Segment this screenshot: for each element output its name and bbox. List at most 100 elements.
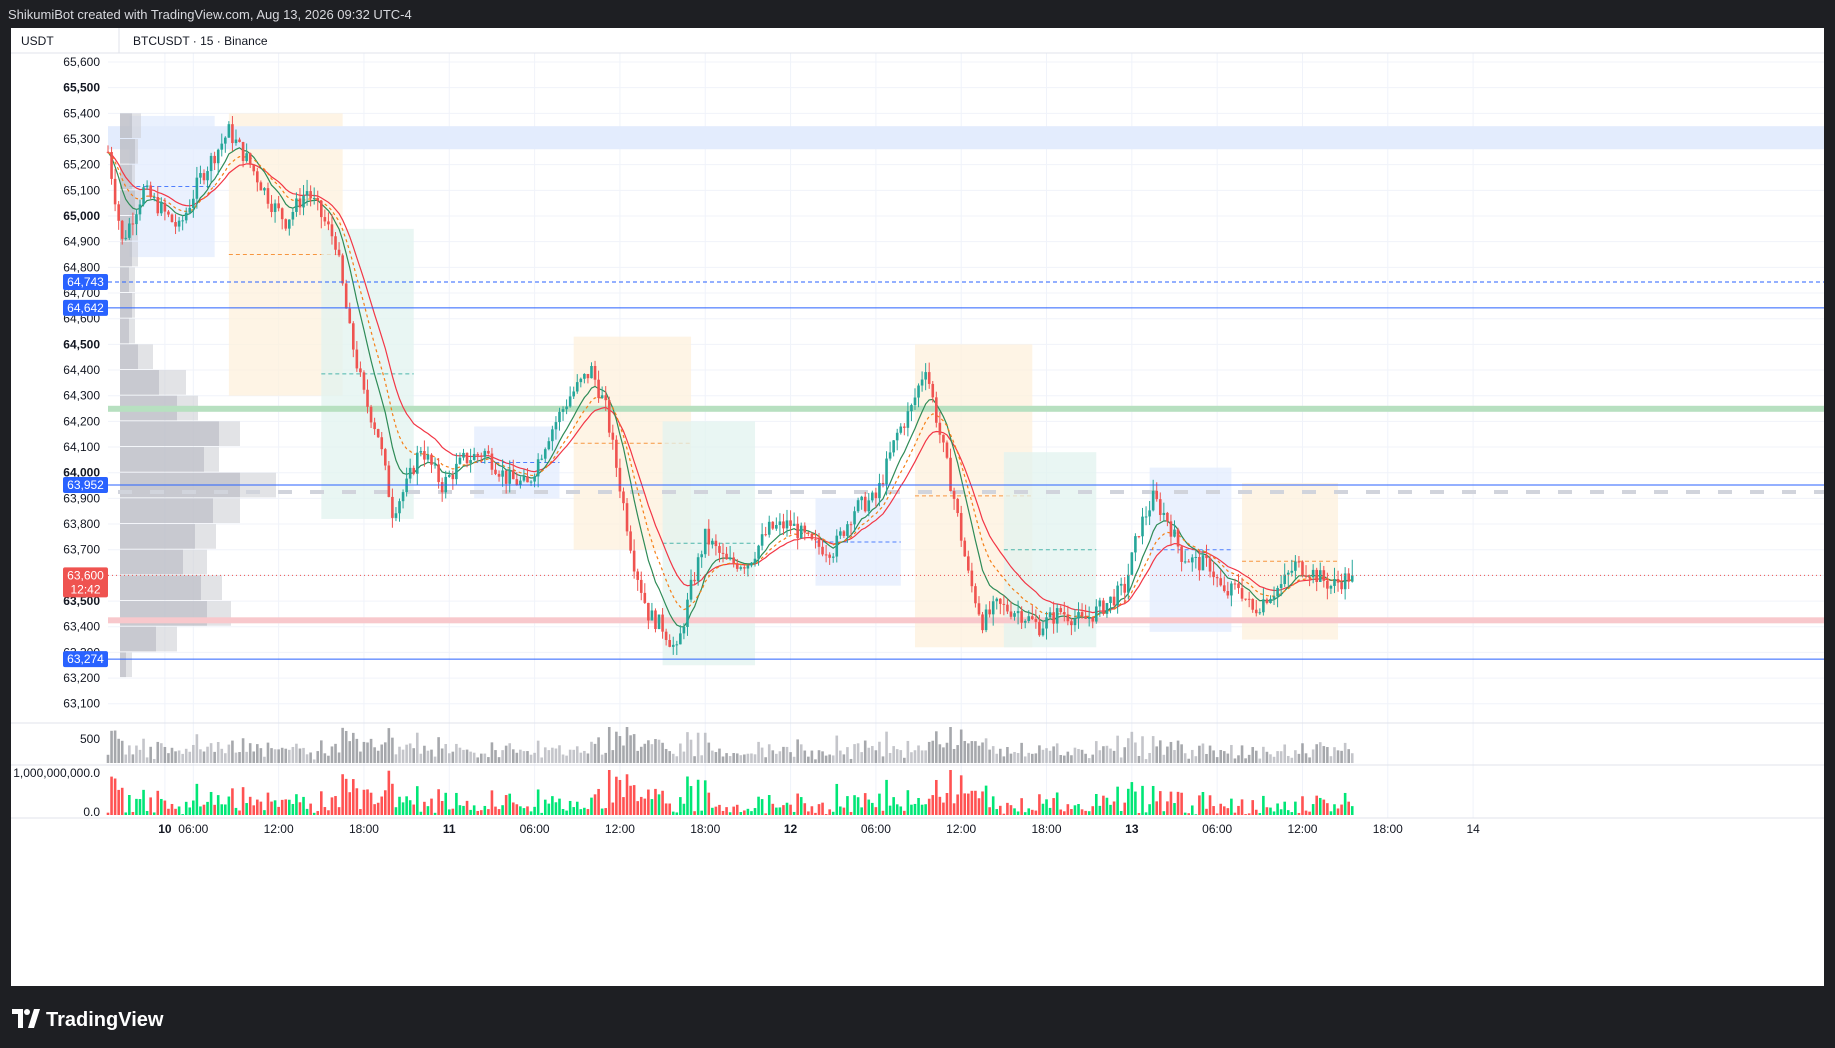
delta-bar <box>184 801 188 815</box>
delta-bar <box>796 793 799 815</box>
delta-bar <box>113 778 117 815</box>
delta-bar <box>693 811 696 815</box>
delta-bar <box>860 807 863 815</box>
volume-bar <box>1148 752 1151 763</box>
delta-bar <box>444 792 448 815</box>
delta-bar <box>590 797 593 815</box>
candle-body <box>1215 577 1219 579</box>
volume-bar <box>543 747 547 763</box>
candle-body <box>558 411 561 423</box>
delta-bar <box>199 806 202 815</box>
volume-bar <box>1304 753 1308 763</box>
volume-bar <box>184 748 188 763</box>
candle-body <box>1226 591 1230 596</box>
candle-body <box>1134 536 1137 553</box>
volume-bar <box>145 757 149 763</box>
volume-bar <box>952 748 956 763</box>
candle-body <box>1265 599 1269 603</box>
volume-bar <box>511 749 515 763</box>
volume-bar <box>479 753 483 763</box>
volume-bar <box>1258 758 1262 763</box>
delta-bar <box>1130 782 1134 815</box>
volume-bar <box>351 732 355 763</box>
current-price-tag: 63,600 <box>67 568 104 582</box>
volume-bar <box>1237 755 1240 763</box>
volume-bar <box>981 742 984 763</box>
volume-bar <box>227 744 231 763</box>
volume-bar <box>664 748 668 763</box>
volume-bar <box>746 753 750 763</box>
tradingview-logo[interactable]: TradingView <box>12 1006 182 1032</box>
volume-bar <box>1322 746 1326 763</box>
volume-bar <box>639 746 643 763</box>
candle-body <box>1290 570 1294 573</box>
candle-body <box>849 524 853 526</box>
candle-body <box>1006 604 1009 612</box>
delta-bar <box>643 798 647 815</box>
volume-bar <box>753 754 757 763</box>
profile-row-inner <box>120 447 204 472</box>
delta-bar <box>835 783 839 815</box>
candle-body <box>351 323 355 350</box>
candle-body <box>725 553 728 560</box>
candle-body <box>1102 600 1105 614</box>
delta-bar <box>408 800 412 815</box>
chart-panel[interactable]: 63,10063,20063,30063,40063,50063,60063,7… <box>11 28 1824 986</box>
volume-bar <box>167 753 170 763</box>
candle-body <box>785 520 789 529</box>
candle-body <box>1155 490 1159 500</box>
volume-bar <box>494 750 497 763</box>
volume-bar <box>160 743 163 763</box>
candle-body <box>270 203 273 213</box>
candle-body <box>561 409 565 412</box>
symbol-title[interactable]: BTCUSDT · 15 · Binance <box>133 34 268 48</box>
volume-bar <box>895 749 899 763</box>
delta-bar <box>1215 813 1219 815</box>
candle-body <box>238 139 241 143</box>
candle-body <box>703 528 707 555</box>
volume-bar <box>195 734 199 763</box>
volume-bar <box>860 752 863 763</box>
delta-bar <box>280 799 284 815</box>
delta-bar <box>952 803 956 815</box>
candlestick-chart[interactable]: 63,10063,20063,30063,40063,50063,60063,7… <box>11 28 1824 986</box>
delta-bar <box>696 779 700 815</box>
delta-bar <box>1208 795 1212 815</box>
delta-bar <box>981 791 984 815</box>
delta-bar <box>1052 798 1055 815</box>
candle-body <box>1048 612 1052 618</box>
volume-bar <box>689 739 693 763</box>
tradingview-logo-text: TradingView <box>46 1009 164 1031</box>
candle-body <box>128 223 131 238</box>
volume-bar <box>1286 755 1290 763</box>
candle-body <box>455 463 458 480</box>
price-level-tag: 64,743 <box>67 275 104 289</box>
candle-body <box>839 531 842 536</box>
candle-body <box>956 498 959 514</box>
volume-bar <box>885 731 888 763</box>
candle-body <box>1222 585 1226 592</box>
volume-bar <box>1198 745 1201 763</box>
candle-body <box>974 586 977 604</box>
volume-bar <box>1045 748 1048 763</box>
volume-bar <box>1151 736 1155 763</box>
delta-bar <box>1134 791 1137 815</box>
delta-bar <box>145 811 149 815</box>
candle-body <box>1144 516 1148 518</box>
profile-row-inner <box>120 344 138 370</box>
delta-bar <box>316 811 320 815</box>
candle-body <box>963 540 967 557</box>
volume-bar <box>1027 752 1031 763</box>
currency-label[interactable]: USDT <box>21 34 54 48</box>
delta-bar <box>188 807 192 815</box>
volume-bar <box>444 744 448 763</box>
candle-body <box>423 451 426 460</box>
delta-bar <box>1286 810 1290 815</box>
volume-bar <box>878 741 881 763</box>
candle-body <box>433 464 437 466</box>
volume-bar <box>284 748 288 763</box>
volume-bar <box>782 746 785 763</box>
delta-bar <box>927 798 931 815</box>
volume-bar <box>988 749 991 763</box>
delta-bar <box>415 786 419 815</box>
